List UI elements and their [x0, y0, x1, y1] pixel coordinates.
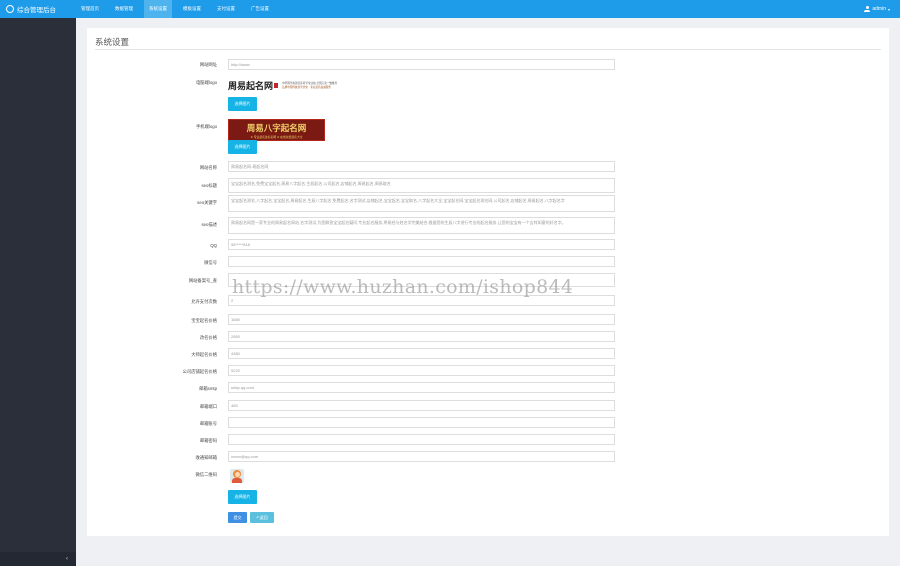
port-input[interactable]: 465: [228, 400, 615, 411]
price-baby-input[interactable]: 1680: [228, 314, 615, 325]
price-company-input[interactable]: 5220: [228, 365, 615, 376]
brand-logo-icon: [6, 5, 14, 13]
app-title: 综合管理后台: [17, 7, 56, 14]
main-nav: 管理首页 数据管理 系统设置 模板设置 支付设置 广告设置: [76, 0, 280, 18]
watermark-text: https://www.huzhan.com/ishop844: [232, 276, 574, 298]
notify-email-input[interactable]: xxxxx@qq.com: [228, 451, 615, 462]
email-password-input[interactable]: [228, 434, 615, 445]
seo-keywords-textarea[interactable]: 宝宝起名测名,八字起名,宝宝起名,周易起名,生辰八字起名,免费起名,名字测试,店…: [228, 195, 615, 212]
icp-label: 网站备案号_查: [188, 278, 217, 283]
user-name: admin: [872, 6, 886, 12]
user-icon: [864, 6, 871, 12]
qrcode-upload-button[interactable]: 选择图片: [228, 490, 257, 504]
seo-description-textarea[interactable]: 周易起名网是一家专业的周易起名网站,名字测试,为您解答宝宝起名疑问,专业起名服务…: [228, 217, 615, 234]
price-master-input[interactable]: 4380: [228, 348, 615, 359]
caret-down-icon: ▾: [887, 6, 890, 12]
user-menu[interactable]: admin ▾: [864, 0, 890, 18]
seo-keywords-label: seo关键字: [197, 200, 217, 205]
submit-button[interactable]: 提交: [228, 512, 247, 523]
mobile-logo-main-text: 周易八字起名网: [246, 123, 307, 133]
smtp-input[interactable]: smtp.qq.com: [228, 382, 615, 393]
pc-logo-line1: 中华国学资源宝库易学专业站,全国万家一致推荐: [282, 82, 338, 85]
price-rename-label: 改名价格: [199, 335, 217, 340]
mobile-logo-label: 手机端logo: [195, 124, 217, 129]
mobile-logo-image: 周易八字起名网 ★ 专业起名改名名网 ★ 在线免费起名大全: [228, 119, 325, 141]
qq-label: QQ: [210, 243, 217, 248]
nav-template-settings[interactable]: 模板设置: [178, 0, 206, 18]
price-company-label: 公司店铺起名价格: [182, 369, 217, 374]
price-master-label: 大师起名价格: [191, 352, 217, 357]
price-rename-input[interactable]: 2850: [228, 331, 615, 342]
site-url-label: 网站网址: [199, 62, 217, 67]
price-baby-label: 宝宝起名价格: [191, 318, 217, 323]
site-name-label: 网站名称: [199, 165, 217, 170]
nav-system-settings[interactable]: 系统设置: [144, 0, 172, 18]
site-name-input[interactable]: 周易起名网-易起名网: [228, 161, 615, 172]
pay-count-label: 允许支付次数: [191, 299, 217, 304]
seo-description-label: seo描述: [201, 222, 217, 227]
smtp-label: 邮箱smtp: [199, 386, 217, 391]
qq-input[interactable]: 96*****818: [228, 239, 615, 250]
pc-logo-main-text: 周易起名网: [228, 81, 274, 91]
port-label: 邮箱端口: [199, 404, 217, 409]
email-account-label: 邮箱账号: [199, 421, 217, 426]
wechat-input[interactable]: [228, 256, 615, 267]
nav-home[interactable]: 管理首页: [76, 0, 104, 18]
mobile-logo-sub-text: ★ 专业起名改名名网 ★ 在线免费起名大全: [250, 135, 303, 139]
wechat-qrcode-label: 微信二维码: [195, 472, 217, 477]
notify-email-label: 收通知邮箱: [195, 455, 217, 460]
email-account-input[interactable]: [228, 417, 615, 428]
mobile-logo-upload-button[interactable]: 选择图片: [228, 140, 257, 154]
sidebar: ‹: [0, 18, 76, 566]
pc-logo-line2: 弘扬中国传统易学文化 · 专业起名权威服务: [282, 85, 332, 89]
pc-logo-image: 周易起名网 中华国学资源宝库易学专业站,全国万家一致推荐 弘扬中国传统易学文化 …: [228, 78, 368, 93]
back-button[interactable]: ↶返回: [250, 512, 274, 523]
brand[interactable]: 综合管理后台: [0, 0, 76, 18]
seo-title-textarea[interactable]: 宝宝起名测名,免费宝宝起名,周易八字起名,生辰起名,公司起名,店铺起名,周易起名…: [228, 178, 615, 193]
email-password-label: 邮箱密码: [199, 438, 217, 443]
back-label: 返回: [259, 515, 268, 520]
title-divider: [95, 49, 881, 50]
nav-data[interactable]: 数据管理: [110, 0, 138, 18]
nav-payment-settings[interactable]: 支付设置: [212, 0, 240, 18]
page-title: 系统设置: [95, 37, 130, 47]
site-url-input[interactable]: http://www: [228, 59, 615, 70]
wechat-label: 微信号: [204, 260, 217, 265]
wechat-qrcode-image: [230, 469, 244, 483]
seal-icon: [274, 83, 279, 88]
top-navbar: 综合管理后台 管理首页 数据管理 系统设置 模板设置 支付设置 广告设置 adm…: [0, 0, 900, 18]
seo-title-label: seo标题: [201, 183, 217, 188]
sidebar-collapse-button[interactable]: ‹: [0, 552, 76, 566]
pc-logo-label: 电脑端logo: [195, 80, 217, 85]
nav-ad-settings[interactable]: 广告设置: [246, 0, 274, 18]
pc-logo-upload-button[interactable]: 选择图片: [228, 97, 257, 111]
